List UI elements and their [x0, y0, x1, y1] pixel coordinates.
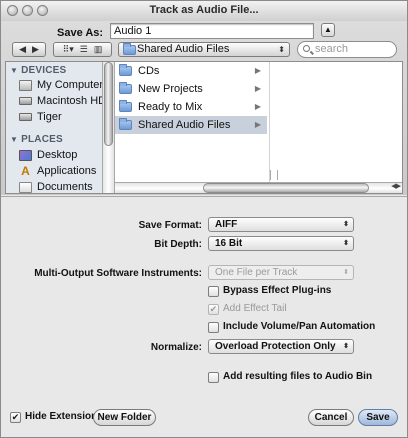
save-as-field[interactable]: Audio 1: [110, 23, 314, 39]
save-format-label: Save Format:: [138, 220, 202, 231]
add-effect-tail-label: Add Effect Tail: [223, 303, 287, 314]
view-mode-control: ⠿▾ ☰ ▥: [53, 42, 112, 57]
column-item-shared-audio-files[interactable]: Shared Audio Files ▶: [115, 116, 267, 134]
search-icon: [303, 45, 310, 52]
sidebar-item-documents[interactable]: Documents: [19, 180, 93, 193]
sidebar-header-devices[interactable]: ▼ DEVICES: [10, 65, 66, 76]
sidebar-scrollbar[interactable]: [102, 62, 115, 193]
multi-output-label: Multi-Output Software Instruments:: [34, 268, 202, 279]
dialog-footer: ✔ Hide Extension New Folder Cancel Save: [1, 401, 407, 437]
sidebar-item-macintosh-hd[interactable]: Macintosh HD: [19, 94, 102, 109]
bypass-effect-checkbox[interactable]: [208, 286, 219, 297]
sidebar-item-my-computer[interactable]: My Computer: [19, 78, 102, 93]
triangle-up-icon: ▲: [324, 25, 332, 34]
search-placeholder: search: [315, 43, 349, 55]
search-field[interactable]: search: [297, 41, 397, 58]
folder-icon: [119, 118, 132, 131]
chevron-right-icon: ▶: [254, 84, 261, 93]
disclosure-triangle-icon: ▼: [10, 66, 19, 75]
hide-extension-checkbox[interactable]: ✔: [10, 412, 21, 423]
multi-output-select[interactable]: One File per Track ⬍: [208, 265, 354, 280]
horizontal-scroll-thumb[interactable]: [203, 183, 369, 193]
add-to-audio-bin-checkbox[interactable]: [208, 372, 219, 383]
normalize-select[interactable]: Overload Protection Only ⬍: [208, 339, 354, 354]
popup-arrows-icon: ⬍: [278, 45, 285, 54]
expand-dialog-button[interactable]: ▲: [321, 23, 335, 37]
include-automation-label: Include Volume/Pan Automation: [223, 321, 376, 332]
view-options-icon[interactable]: ⠿▾: [63, 44, 74, 55]
browser-panel: ▼ DEVICES My Computer Macintosh HD Tiger …: [5, 61, 403, 194]
column-item-ready-to-mix[interactable]: Ready to Mix ▶: [115, 98, 267, 116]
bypass-effect-label: Bypass Effect Plug-ins: [223, 285, 332, 296]
save-dialog-window: Track as Audio File... Save As: Audio 1 …: [0, 0, 408, 438]
add-effect-tail-checkbox[interactable]: ✔: [208, 304, 219, 315]
list-view-icon[interactable]: ☰: [80, 44, 88, 55]
title-bar[interactable]: Track as Audio File...: [1, 1, 407, 22]
checkmark-icon: ✔: [209, 304, 218, 314]
window-title: Track as Audio File...: [149, 4, 259, 16]
disclosure-triangle-icon: ▼: [10, 135, 19, 144]
folder-icon: [119, 82, 132, 95]
folder-icon: [119, 64, 132, 77]
save-button[interactable]: Save: [358, 409, 398, 426]
popup-arrows-icon: ⬍: [343, 269, 349, 276]
chevron-right-icon: ▶: [254, 102, 261, 111]
sidebar-item-applications[interactable]: A Applications: [19, 164, 96, 179]
column-item-cds[interactable]: CDs ▶: [115, 62, 267, 80]
desktop-icon: [19, 149, 32, 161]
popup-arrows-icon: ⬍: [343, 240, 349, 247]
computer-icon: [19, 79, 32, 91]
hard-disk-icon: [19, 97, 32, 106]
hide-extension-label: Hide Extension: [25, 411, 98, 422]
location-label: Shared Audio Files: [137, 43, 230, 55]
include-automation-checkbox[interactable]: [208, 322, 219, 333]
popup-arrows-icon: ⬍: [343, 343, 349, 350]
save-format-select[interactable]: AIFF ⬍: [208, 217, 354, 232]
column-item-new-projects[interactable]: New Projects ▶: [115, 80, 267, 98]
popup-arrows-icon: ⬍: [343, 221, 349, 228]
column-view-icon[interactable]: ▥: [94, 44, 103, 55]
checkmark-icon: ✔: [11, 412, 20, 422]
forward-arrow-icon[interactable]: ▶: [32, 44, 39, 55]
sidebar-item-desktop[interactable]: Desktop: [19, 148, 77, 163]
save-as-label: Save As:: [57, 27, 104, 39]
column-resize-handle[interactable]: [270, 170, 278, 180]
folder-icon: [119, 100, 132, 113]
back-arrow-icon[interactable]: ◀: [19, 44, 26, 55]
export-options-panel: Save Format: AIFF ⬍ Bit Depth: 16 Bit ⬍ Mu…: [1, 196, 407, 402]
sidebar-item-tiger[interactable]: Tiger: [19, 110, 62, 125]
browser-horizontal-scrollbar[interactable]: ◀▶: [115, 182, 402, 193]
new-folder-button[interactable]: New Folder: [93, 409, 156, 426]
bit-depth-select[interactable]: 16 Bit ⬍: [208, 236, 354, 251]
add-to-audio-bin-label: Add resulting files to Audio Bin: [223, 371, 373, 382]
chevron-right-icon: ▶: [254, 66, 261, 75]
cancel-button[interactable]: Cancel: [308, 409, 354, 426]
browser-column-1: CDs ▶ New Projects ▶ Ready to Mix ▶ Shared …: [115, 62, 270, 182]
sidebar-scroll-thumb[interactable]: [104, 62, 113, 146]
folder-icon: [123, 43, 136, 55]
chevron-right-icon: ▶: [254, 120, 261, 129]
scroll-arrows-icon[interactable]: ◀▶: [391, 182, 401, 190]
normalize-label: Normalize:: [150, 342, 202, 353]
hard-disk-icon: [19, 113, 32, 122]
sidebar-header-places[interactable]: ▼ PLACES: [10, 134, 63, 145]
nav-back-forward-control: ◀ ▶: [12, 42, 46, 57]
applications-icon: A: [21, 163, 30, 178]
bit-depth-label: Bit Depth:: [154, 239, 202, 250]
documents-icon: [19, 181, 32, 193]
sidebar: ▼ DEVICES My Computer Macintosh HD Tiger …: [6, 62, 102, 193]
location-popup[interactable]: Shared Audio Files ⬍: [118, 42, 290, 57]
